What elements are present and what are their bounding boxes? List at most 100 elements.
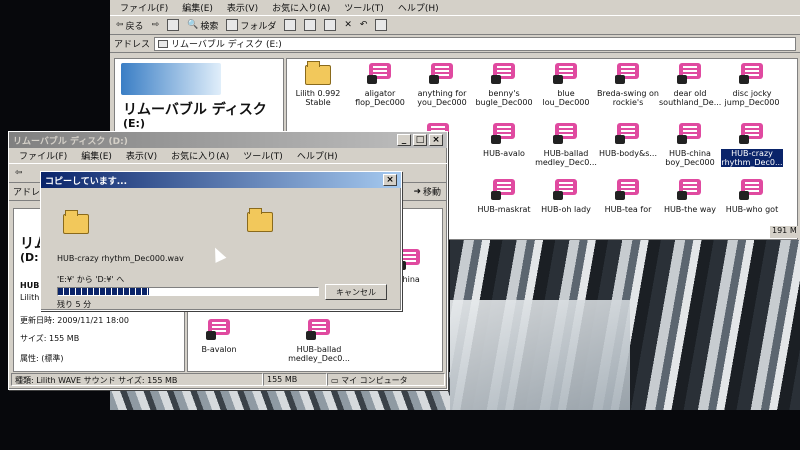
- file-size: サイズ: 155 MB: [20, 334, 80, 343]
- menu-view[interactable]: 表示(V): [126, 149, 157, 162]
- file-label: HUB-ballad medley_Dec0...: [288, 345, 350, 363]
- file-label: B-avalon: [201, 345, 237, 354]
- wav-file-item[interactable]: HUB-tea for: [597, 179, 659, 214]
- back-button[interactable]: ⇦ 戻る: [116, 19, 144, 32]
- wave-sound-icon: [615, 179, 641, 201]
- wav-file-item[interactable]: HUB-the way: [659, 179, 721, 214]
- file-label: HU: [781, 149, 797, 158]
- menu-edit[interactable]: 編集(E): [182, 1, 213, 14]
- up-folder-icon: [167, 19, 180, 31]
- wav-file-item[interactable]: disc jocky jump_Dec000: [721, 63, 783, 107]
- menu-view[interactable]: 表示(V): [227, 1, 258, 14]
- wav-file-item[interactable]: do: [781, 63, 797, 98]
- back-button[interactable]: ⇦: [15, 168, 23, 178]
- wave-sound-icon: [553, 63, 579, 85]
- address-bar-e: アドレス リムーバブル ディスク (E:): [110, 35, 800, 53]
- move-to-icon: [304, 19, 317, 31]
- search-icon: 🔍: [187, 20, 199, 30]
- wave-sound-icon: [429, 63, 455, 85]
- status-location: ▭ マイ コンピュータ: [327, 373, 445, 386]
- wav-file-item[interactable]: HUB-body&s...: [597, 123, 659, 158]
- up-folder-button[interactable]: [167, 19, 180, 31]
- wav-file-item[interactable]: HUB-oh lady: [535, 179, 597, 214]
- menu-help[interactable]: ヘルプ(H): [297, 149, 338, 162]
- wave-sound-icon: [615, 63, 641, 85]
- wav-file-item[interactable]: Breda-swing on rockie's: [597, 63, 659, 107]
- status-location-label: マイ コンピュータ: [341, 376, 408, 385]
- wav-file-item[interactable]: HUB-who got: [721, 179, 783, 214]
- minimize-button[interactable]: _: [397, 134, 411, 146]
- folder-item[interactable]: Lilith 0.992 Stable: [287, 61, 349, 107]
- menu-help[interactable]: ヘルプ(H): [398, 1, 439, 14]
- file-label: HUB-oh lady: [541, 205, 591, 214]
- wav-file-item[interactable]: aligator flop_Dec000: [349, 63, 411, 107]
- folders-icon: [226, 19, 239, 31]
- wav-file-item[interactable]: B-avalon: [188, 319, 250, 354]
- folders-button[interactable]: フォルダ: [226, 19, 276, 32]
- folder-icon: [305, 61, 331, 85]
- wav-file-item[interactable]: anything for you_Dec000: [411, 63, 473, 107]
- selected-file-name: HUB: [20, 281, 40, 290]
- menu-tools[interactable]: ツール(T): [344, 1, 384, 14]
- wav-file-item[interactable]: HUB-ballad medley_Dec0...: [535, 123, 597, 167]
- views-icon: [375, 19, 388, 31]
- wav-file-item[interactable]: il I: [781, 179, 797, 214]
- time-remaining: 残り 5 分: [57, 300, 92, 309]
- cancel-button[interactable]: キャンセル: [325, 284, 387, 300]
- file-label: benny's bugle_Dec000: [475, 89, 533, 107]
- copy-dialog-titlebar[interactable]: コピーしています... ×: [41, 172, 401, 188]
- back-arrow-icon: ⇦: [15, 168, 23, 178]
- go-button[interactable]: ➜ 移動: [413, 185, 441, 199]
- copy-dialog-title: コピーしています...: [45, 176, 127, 187]
- undo-icon: ↶: [359, 20, 368, 30]
- history-button[interactable]: [284, 19, 297, 31]
- menu-file[interactable]: ファイル(F): [120, 1, 168, 14]
- wave-sound-icon: [677, 63, 703, 85]
- views-button[interactable]: [375, 19, 388, 31]
- copy-file-name: HUB-crazy rhythm_Dec000.wav: [57, 254, 184, 263]
- file-label: HUB-avalo: [483, 149, 525, 158]
- move-to-button[interactable]: [304, 19, 317, 31]
- wave-sound-icon: [739, 123, 765, 145]
- menu-file[interactable]: ファイル(F): [19, 149, 67, 162]
- undo-button[interactable]: ↶: [360, 20, 368, 30]
- forward-button[interactable]: ⇨: [152, 20, 160, 30]
- wav-file-item[interactable]: HUB-crazy rhythm_Dec0...: [721, 123, 783, 167]
- forward-arrow-icon: ⇨: [151, 20, 160, 30]
- wav-file-item[interactable]: HUB-china boy_Dec000: [659, 123, 721, 167]
- source-folder-icon: [63, 210, 89, 234]
- close-button[interactable]: ×: [429, 134, 443, 146]
- removable-disk-icon: [158, 39, 169, 48]
- file-label: aligator flop_Dec000: [355, 89, 405, 107]
- delete-x-icon: ✕: [344, 20, 352, 30]
- search-button[interactable]: 🔍 検索: [187, 19, 218, 32]
- copy-dialog-close-button[interactable]: ×: [383, 174, 397, 186]
- folders-label: フォルダ: [240, 21, 277, 32]
- wav-file-item[interactable]: blue lou_Dec000: [535, 63, 597, 107]
- menu-tools[interactable]: ツール(T): [243, 149, 283, 162]
- titlebar-d[interactable]: リムーバブル ディスク (D:) _ □ ×: [9, 132, 447, 148]
- panel-drive-letter: (E:): [123, 117, 145, 130]
- toolbar-e: ⇦ 戻る ⇨ 🔍 検索 フォルダ ✕ ↶: [110, 15, 800, 35]
- panel-drive-letter: (D:: [20, 251, 39, 264]
- menu-edit[interactable]: 編集(E): [81, 149, 112, 162]
- address-input[interactable]: リムーバブル ディスク (E:): [154, 36, 796, 51]
- file-label: blue lou_Dec000: [542, 89, 590, 107]
- wav-file-item[interactable]: HU: [781, 123, 797, 158]
- status-size: 155 MB: [263, 373, 327, 386]
- wave-sound-icon: [206, 319, 232, 341]
- wave-sound-icon: [553, 179, 579, 201]
- wav-file-item[interactable]: dear old southland_De...: [659, 63, 721, 107]
- status-bar-d: 種類: Lilith WAVE サウンド サイズ: 155 MB 155 MB …: [11, 373, 445, 387]
- menu-favorites[interactable]: お気に入り(A): [272, 1, 330, 14]
- wav-file-item[interactable]: HUB-avalo: [473, 123, 535, 158]
- menu-favorites[interactable]: お気に入り(A): [171, 149, 229, 162]
- wave-sound-icon: [491, 179, 517, 201]
- wav-file-item[interactable]: HUB-maskrat: [473, 179, 535, 214]
- back-arrow-icon: ⇦: [116, 20, 124, 30]
- copy-to-button[interactable]: [324, 19, 337, 31]
- wav-file-item[interactable]: HUB-ballad medley_Dec0...: [288, 319, 350, 363]
- maximize-button[interactable]: □: [413, 134, 427, 146]
- delete-button[interactable]: ✕: [344, 20, 352, 30]
- wav-file-item[interactable]: benny's bugle_Dec000: [473, 63, 535, 107]
